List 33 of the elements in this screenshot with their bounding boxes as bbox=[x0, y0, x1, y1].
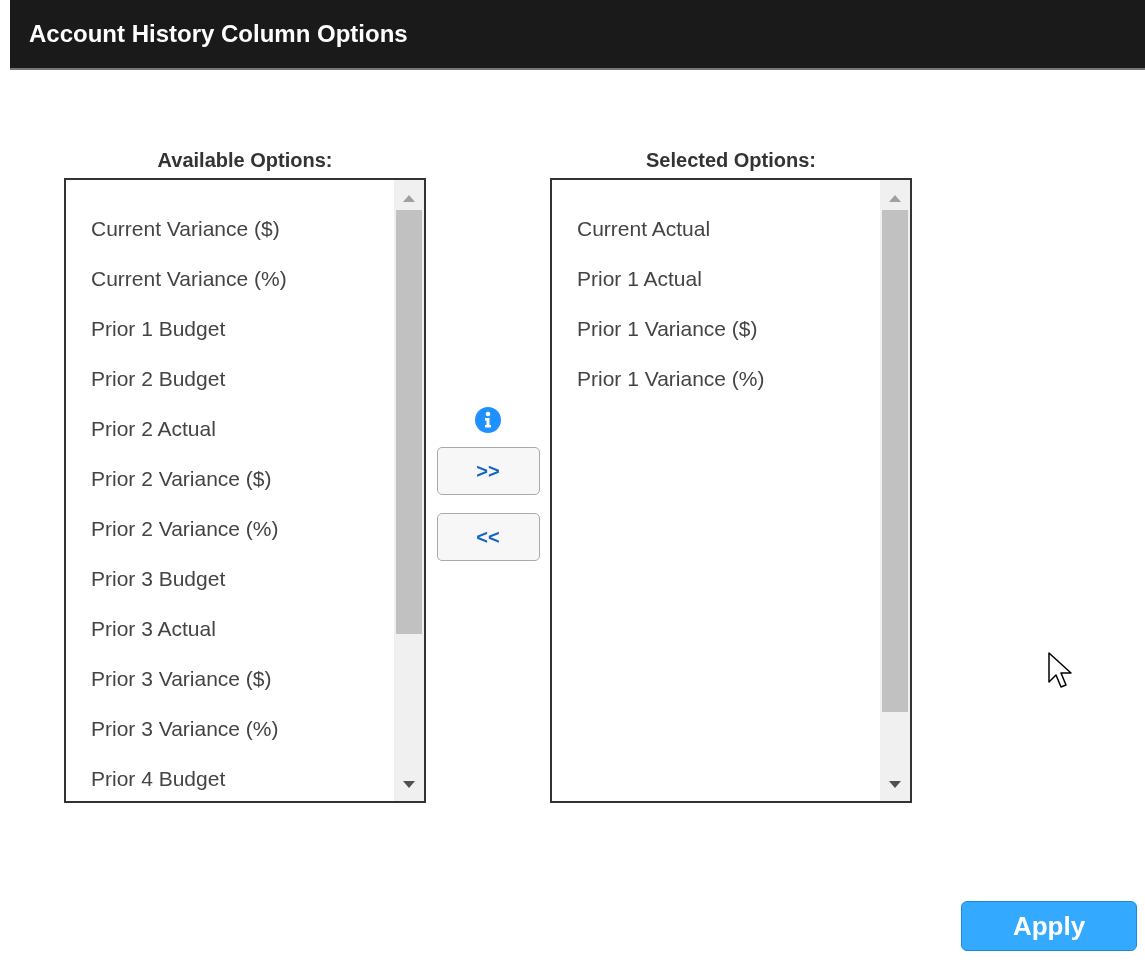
scroll-thumb[interactable] bbox=[396, 210, 422, 634]
move-button[interactable]: >> bbox=[436, 447, 540, 495]
list-item[interactable]: Prior 2 Variance ($) bbox=[91, 454, 394, 504]
window-title: Account History Column Options bbox=[29, 19, 408, 49]
list-heading: Selected Options: bbox=[646, 148, 816, 173]
list-item[interactable]: Prior 3 Variance (%) bbox=[91, 704, 394, 754]
list-item[interactable]: Prior 1 Variance (%) bbox=[577, 354, 880, 404]
list-item[interactable]: Prior 1 Actual bbox=[577, 254, 880, 304]
list-item[interactable]: Current Variance ($) bbox=[91, 204, 394, 254]
list-item[interactable]: Prior 3 Actual bbox=[91, 604, 394, 654]
scroll-down-icon[interactable] bbox=[403, 781, 415, 789]
move-button[interactable]: << bbox=[436, 513, 540, 561]
list-item[interactable]: Current Actual bbox=[577, 204, 880, 254]
list-item[interactable]: Prior 1 Budget bbox=[91, 304, 394, 354]
scrollbar[interactable] bbox=[394, 180, 424, 801]
list-item[interactable]: Current Variance (%) bbox=[91, 254, 394, 304]
mouse-pointer-icon bbox=[1048, 652, 1074, 690]
list-heading: Available Options: bbox=[157, 148, 333, 173]
list-item[interactable]: Prior 2 Actual bbox=[91, 404, 394, 454]
list-item[interactable]: Prior 3 Budget bbox=[91, 554, 394, 604]
list-item[interactable]: Prior 2 Budget bbox=[91, 354, 394, 404]
scroll-up-icon[interactable] bbox=[403, 194, 415, 202]
list-item[interactable]: Prior 1 Variance ($) bbox=[577, 304, 880, 354]
list-item[interactable]: Prior 2 Variance (%) bbox=[91, 504, 394, 554]
scroll-down-icon[interactable] bbox=[889, 781, 901, 789]
list-item[interactable]: Prior 3 Variance ($) bbox=[91, 654, 394, 704]
list-item[interactable]: Prior 4 Budget bbox=[91, 754, 394, 804]
scrollbar[interactable] bbox=[880, 180, 910, 801]
scroll-thumb[interactable] bbox=[882, 210, 908, 712]
scroll-up-icon[interactable] bbox=[889, 194, 901, 202]
info-icon[interactable] bbox=[475, 407, 501, 433]
options-list[interactable]: Current Actual Prior 1 Actual Prior 1 Variance ($) Prior 1 Variance (%) bbox=[550, 178, 912, 803]
options-list[interactable] bbox=[64, 178, 426, 803]
